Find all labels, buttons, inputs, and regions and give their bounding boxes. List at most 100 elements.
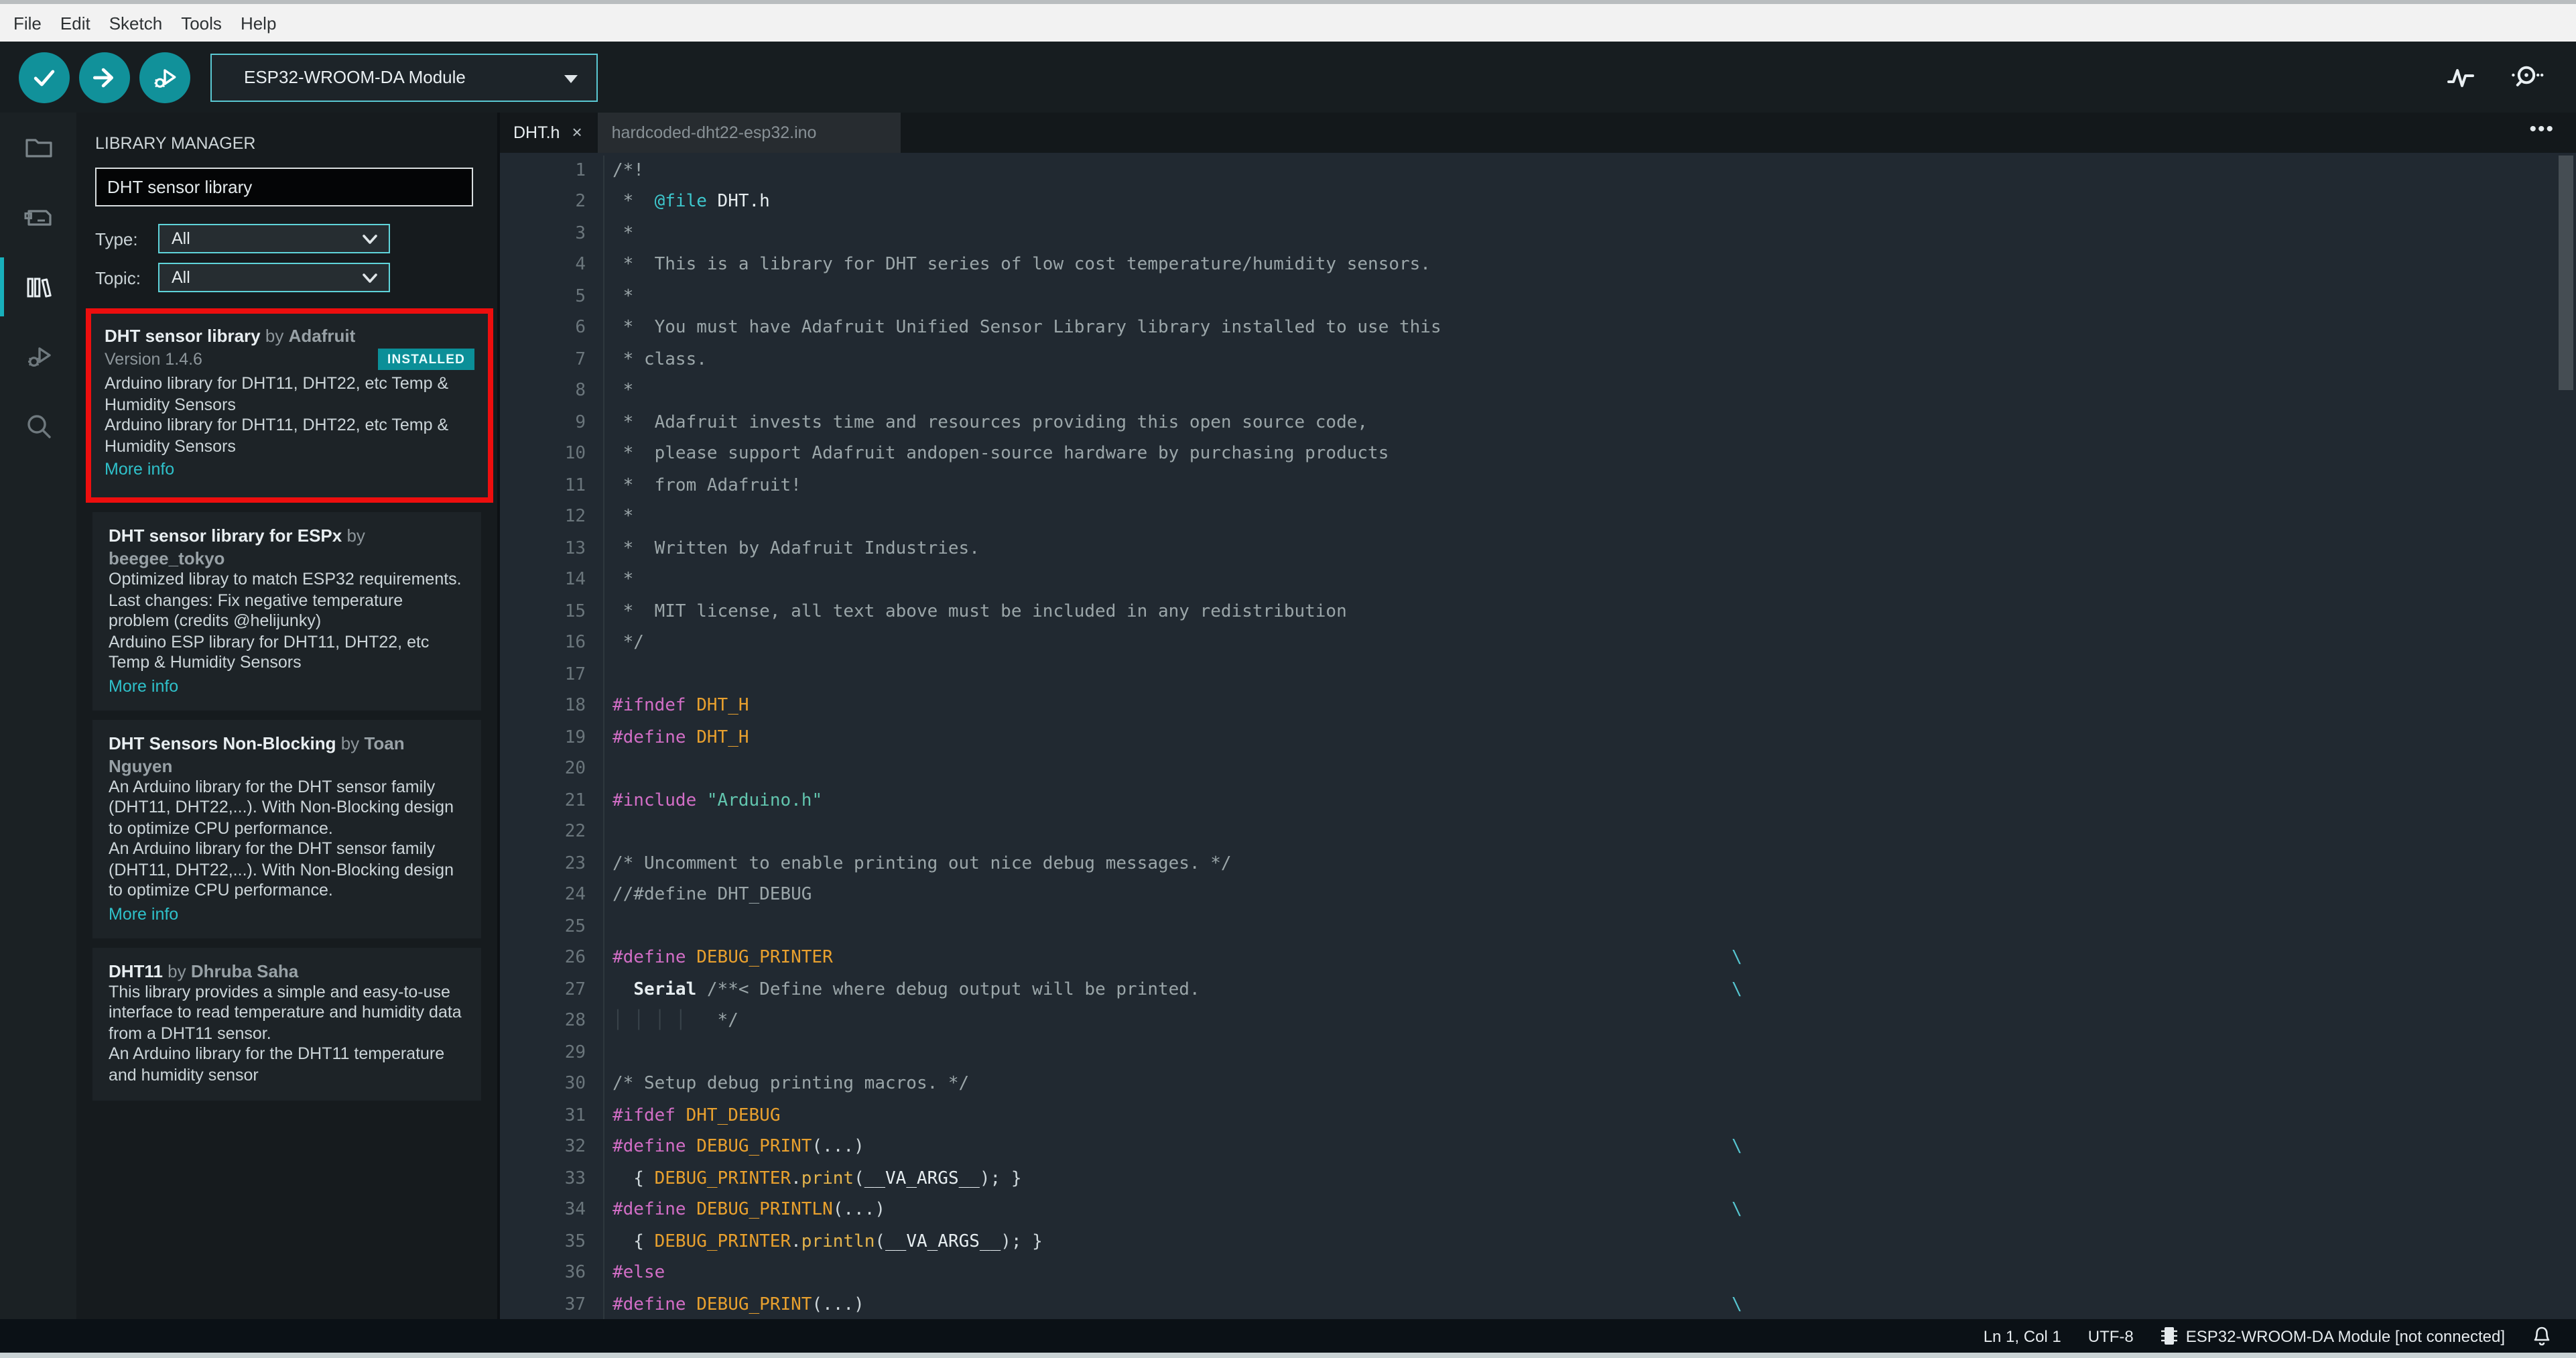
- arduino-ide-window: File Edit Sketch Tools Help ESP32-WROOM-DA M…: [0, 0, 2576, 1358]
- tab-sketch-ino[interactable]: hardcoded-dht22-esp32.ino: [598, 113, 901, 153]
- code-line: 22: [500, 816, 2576, 849]
- line-number: 28: [500, 1005, 604, 1038]
- library-entry-title: DHT11 by Dhruba Saha: [109, 961, 299, 981]
- menu-help[interactable]: Help: [241, 13, 294, 33]
- code-line: 30/* Setup debug printing macros. */: [500, 1068, 2576, 1101]
- library-search-input[interactable]: [96, 177, 472, 197]
- line-continuation-backslash: \: [1732, 1294, 1742, 1315]
- line-number: 6: [500, 312, 604, 345]
- library-entry[interactable]: DHT11 by Dhruba Saha This library provide…: [92, 947, 481, 1101]
- close-icon[interactable]: ×: [572, 123, 582, 143]
- code-line: 5 *: [500, 281, 2576, 313]
- library-search-box[interactable]: [95, 168, 473, 206]
- line-number: 22: [500, 816, 604, 849]
- tab-dht-h[interactable]: DHT.h ×: [500, 113, 596, 153]
- line-number: 15: [500, 596, 604, 628]
- code-line: 17: [500, 659, 2576, 691]
- encoding-label: UTF-8: [2087, 1326, 2134, 1345]
- activity-bar: [0, 113, 76, 1319]
- editor-scrollbar[interactable]: [2559, 156, 2573, 390]
- sidebar-item-debug[interactable]: [0, 322, 76, 391]
- code-line: 7 * class.: [500, 344, 2576, 376]
- line-number: 5: [500, 281, 604, 313]
- library-entry-title: DHT sensor library by Adafruit: [105, 326, 356, 346]
- tab-label: DHT.h: [513, 123, 560, 142]
- code-line: 31 #ifdef DHT_DEBUG: [500, 1100, 2576, 1132]
- panel-title: LIBRARY MANAGER: [95, 134, 256, 153]
- line-continuation-backslash: \: [1732, 1200, 1742, 1221]
- code-line: 34 #define DEBUG_PRINTLN(...) \: [500, 1194, 2576, 1227]
- library-entry[interactable]: DHT Sensors Non-Blocking by Toan Nguyen A…: [92, 719, 481, 938]
- folder-icon: [22, 131, 54, 164]
- line-number: 8: [500, 375, 604, 408]
- cursor-position: Ln 1, Col 1: [1983, 1326, 2061, 1345]
- code-line: 2 * @file DHT.h: [500, 186, 2576, 219]
- library-description: An Arduino library for the DHT11 tempera…: [109, 1044, 445, 1084]
- library-books-icon: [22, 271, 54, 303]
- line-number: 14: [500, 564, 604, 597]
- more-info-link[interactable]: More info: [109, 676, 465, 695]
- tab-bar: DHT.h × hardcoded-dht22-esp32.ino •••: [500, 113, 2576, 153]
- more-actions-icon[interactable]: •••: [2529, 118, 2555, 141]
- sidebar-item-sketchbook[interactable]: [0, 113, 76, 182]
- library-description: Arduino library for DHT11, DHT22, etc Te…: [105, 416, 449, 455]
- sidebar-item-library-manager[interactable]: [0, 252, 76, 322]
- menu-tools[interactable]: Tools: [181, 13, 239, 33]
- serial-monitor-icon[interactable]: [2509, 61, 2544, 93]
- library-description: An Arduino library for the DHT sensor fa…: [109, 777, 454, 837]
- check-icon: [29, 62, 59, 92]
- line-number: 4: [500, 249, 604, 282]
- code-line: 21 #include "Arduino.h": [500, 785, 2576, 817]
- line-number: 21: [500, 785, 604, 817]
- line-number: 3: [500, 218, 604, 250]
- line-number: 19: [500, 722, 604, 754]
- line-continuation-backslash: \: [1732, 948, 1742, 969]
- menu-edit[interactable]: Edit: [60, 13, 108, 33]
- library-entry[interactable]: DHT sensor library for ESPx by beegee_to…: [92, 512, 481, 710]
- line-number: 23: [500, 848, 604, 880]
- sidebar-item-boards-manager[interactable]: [0, 182, 76, 252]
- topic-filter-label: Topic:: [95, 267, 141, 288]
- code-line: 3 *: [500, 218, 2576, 250]
- line-number: 30: [500, 1068, 604, 1101]
- debug-button[interactable]: [139, 52, 190, 103]
- board-selector-dropdown[interactable]: ESP32-WROOM-DA Module: [210, 53, 598, 101]
- menu-bar: File Edit Sketch Tools Help: [0, 4, 2576, 42]
- code-line: 4 * This is a library for DHT series of …: [500, 249, 2576, 282]
- serial-plotter-icon[interactable]: [2445, 61, 2477, 93]
- code-line: 14 *: [500, 564, 2576, 597]
- library-version: Version 1.4.6: [105, 350, 202, 369]
- code-line: 19 #define DHT_H: [500, 722, 2576, 754]
- code-line: 37 #define DEBUG_PRINT(...) \: [500, 1289, 2576, 1319]
- status-bar: Ln 1, Col 1 UTF-8 ESP32-WROOM-DA Module …: [0, 1319, 2576, 1353]
- line-number: 37: [500, 1289, 604, 1319]
- chevron-down-icon: [362, 233, 378, 245]
- arrow-right-icon: [90, 62, 119, 92]
- code-line: 35 { DEBUG_PRINTER.println(__VA_ARGS__);…: [500, 1226, 2576, 1258]
- line-number: 25: [500, 911, 604, 943]
- library-entry-title: DHT Sensors Non-Blocking by Toan Nguyen: [109, 733, 405, 776]
- menu-sketch[interactable]: Sketch: [109, 13, 180, 33]
- library-description: Arduino library for DHT11, DHT22, etc Te…: [105, 374, 449, 414]
- code-editor[interactable]: 1/*! 2 * @file DHT.h 3 * 4 * This is a libr…: [500, 153, 2576, 1319]
- type-filter-select[interactable]: All: [158, 224, 390, 253]
- library-entry[interactable]: DHT sensor library by Adafruit Version 1.…: [86, 308, 493, 503]
- verify-button[interactable]: [19, 52, 70, 103]
- line-number: 9: [500, 407, 604, 439]
- more-info-link[interactable]: More info: [105, 460, 474, 479]
- more-info-link[interactable]: More info: [109, 904, 465, 923]
- line-continuation-backslash: \: [1732, 1137, 1742, 1158]
- code-line: 18 #ifndef DHT_H: [500, 690, 2576, 723]
- code-line: 24//#define DHT_DEBUG: [500, 879, 2576, 912]
- line-number: 26: [500, 942, 604, 975]
- library-description: Optimized libray to match ESP32 requirem…: [109, 570, 462, 630]
- debug-bug-icon: [150, 62, 180, 92]
- code-line: 15 * MIT license, all text above must be…: [500, 596, 2576, 628]
- code-line: 26 #define DEBUG_PRINTER \: [500, 942, 2576, 975]
- sidebar-item-search[interactable]: [0, 391, 76, 461]
- upload-button[interactable]: [79, 52, 130, 103]
- notifications-bell-icon[interactable]: [2532, 1325, 2552, 1347]
- code-line: 6 * You must have Adafruit Unified Senso…: [500, 312, 2576, 345]
- topic-filter-select[interactable]: All: [158, 263, 390, 292]
- menu-file[interactable]: File: [13, 13, 59, 33]
